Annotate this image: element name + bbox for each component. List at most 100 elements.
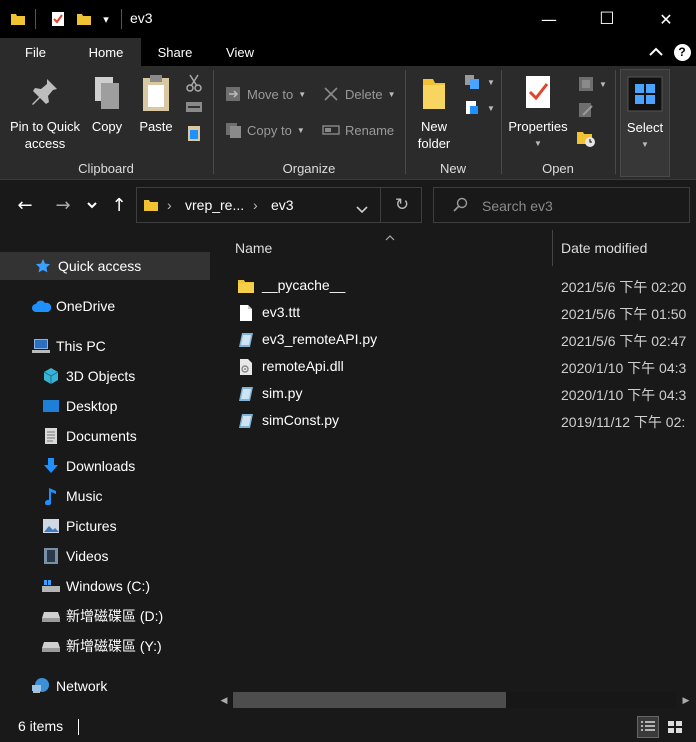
python-file-icon (236, 411, 256, 431)
search-box[interactable] (433, 187, 690, 223)
nav-item-drive-d[interactable]: 新增磁碟區 (D:) (0, 602, 210, 630)
properties-check-icon[interactable] (48, 9, 68, 29)
paste-icon (140, 72, 172, 114)
scroll-thumb[interactable] (233, 692, 506, 708)
recent-locations-button[interactable] (82, 194, 102, 216)
select-button[interactable]: Select ▼ (621, 73, 669, 153)
nav-item-label: 新增磁碟區 (Y:) (66, 638, 162, 654)
nav-item-label: Windows (C:) (66, 578, 151, 594)
tab-home[interactable]: Home (71, 38, 141, 66)
nav-item-drive-y[interactable]: 新增磁碟區 (Y:) (0, 632, 210, 660)
search-input[interactable] (482, 196, 682, 216)
paste-button[interactable]: Paste (134, 72, 178, 135)
file-row[interactable]: sim.py 2020/1/10 下午 04:3 (226, 380, 696, 407)
nav-item-label: Desktop (66, 398, 118, 414)
nav-item-documents[interactable]: Documents (0, 422, 210, 450)
minimize-button[interactable]: — (520, 0, 578, 38)
file-row[interactable]: __pycache__ 2021/5/6 下午 02:20 (226, 272, 696, 299)
new-group: New folder ▼ ▼ New (406, 66, 500, 180)
computer-icon (30, 336, 52, 356)
forward-button[interactable]: → (50, 194, 76, 216)
nav-item-label: OneDrive (56, 298, 116, 314)
easy-access-button[interactable]: ▼ (464, 100, 495, 116)
nav-item-pictures[interactable]: Pictures (0, 512, 210, 540)
copy-label: Copy (91, 119, 123, 134)
large-icons-view-button[interactable] (664, 716, 686, 738)
file-name: sim.py (262, 385, 303, 401)
new-folder-icon[interactable] (74, 9, 94, 29)
address-bar[interactable]: › vrep_re... › ev3 ↻ (136, 187, 422, 223)
new-folder-button[interactable]: New folder (410, 72, 458, 152)
copy-to-button[interactable]: Copy to ▼ (224, 119, 305, 141)
open-group: Properties ▼ ▼ Open (502, 66, 614, 180)
nav-item-music[interactable]: Music (0, 482, 210, 510)
column-header-name[interactable]: Name (235, 230, 272, 266)
chevron-down-icon: ▼ (641, 140, 649, 149)
history-button[interactable] (576, 128, 596, 151)
nav-item-downloads[interactable]: Downloads (0, 452, 210, 480)
scroll-right-button[interactable]: ▶ (678, 692, 694, 708)
file-row[interactable]: ev3_remoteAPI.py 2021/5/6 下午 02:47 (226, 326, 696, 353)
open-button[interactable]: ▼ (578, 76, 607, 92)
details-view-button[interactable] (637, 716, 659, 738)
copy-path-icon[interactable] (185, 100, 203, 117)
chevron-down-icon: ▼ (487, 77, 495, 87)
nav-item-desktop[interactable]: Desktop (0, 392, 210, 420)
nav-item-quick-access[interactable]: Quick access (0, 252, 210, 280)
tab-file[interactable]: File (0, 38, 71, 66)
copy-button[interactable]: Copy (86, 72, 128, 135)
nav-item-onedrive[interactable]: OneDrive (0, 292, 210, 320)
help-icon: ? (673, 43, 691, 61)
file-row[interactable]: simConst.py 2019/11/12 下午 02: (226, 407, 696, 434)
scroll-left-button[interactable]: ◀ (216, 692, 232, 708)
tab-view[interactable]: View (210, 38, 270, 66)
help-button[interactable]: ? (672, 38, 692, 66)
file-row[interactable]: ev3.ttt 2021/5/6 下午 01:50 (226, 299, 696, 326)
nav-item-this-pc[interactable]: This PC (0, 332, 210, 360)
new-item-button[interactable]: ▼ (464, 74, 495, 90)
move-to-button[interactable]: Move to ▼ (224, 83, 306, 105)
chevron-down-icon (87, 201, 97, 208)
nav-item-windows-c[interactable]: Windows (C:) (0, 572, 210, 600)
cut-icon[interactable] (186, 74, 202, 95)
properties-button[interactable]: Properties ▼ (506, 72, 570, 152)
tab-share[interactable]: Share (146, 38, 204, 66)
new-item-icon (465, 75, 479, 89)
breadcrumb-item[interactable]: vrep_re... (185, 197, 244, 213)
edit-button[interactable] (578, 102, 594, 121)
up-button[interactable]: ↑ (106, 194, 132, 216)
delete-button[interactable]: Delete ▼ (322, 83, 396, 105)
edit-icon (579, 103, 593, 117)
nav-item-label: Pictures (66, 518, 117, 534)
nav-item-3d-objects[interactable]: 3D Objects (0, 362, 210, 390)
horizontal-scrollbar[interactable]: ◀ ▶ (212, 690, 696, 710)
properties-icon (523, 72, 553, 114)
rename-button[interactable]: Rename (322, 119, 394, 141)
file-row[interactable]: remoteApi.dll 2020/1/10 下午 04:3 (226, 353, 696, 380)
address-dropdown-button[interactable] (356, 201, 368, 217)
sort-ascending-icon (385, 228, 395, 244)
nav-item-label: Downloads (66, 458, 136, 474)
nav-item-videos[interactable]: Videos (0, 542, 210, 570)
ribbon-tabs: File Home Share View ? (0, 38, 696, 66)
pin-to-quick-access-button[interactable]: Pin to Quick access (6, 72, 84, 152)
copy-to-icon (224, 121, 242, 139)
chevron-down-icon: ▼ (599, 79, 607, 89)
delete-icon (322, 85, 340, 103)
desktop-icon (40, 396, 62, 416)
column-divider[interactable] (552, 230, 553, 266)
close-button[interactable]: ✕ (637, 0, 695, 38)
nav-item-label: Network (56, 678, 108, 694)
paste-shortcut-icon[interactable] (187, 124, 201, 145)
collapse-ribbon-button[interactable] (646, 38, 666, 66)
nav-item-network[interactable]: Network (0, 672, 210, 700)
back-button[interactable]: ← (12, 194, 38, 216)
new-folder-icon (419, 72, 449, 114)
breadcrumb-item[interactable]: ev3 (271, 197, 294, 213)
file-list: Name Date modified __pycache__ 2021/5/6 … (212, 230, 696, 710)
large-icons-view-icon (668, 721, 682, 733)
refresh-button[interactable]: ↻ (389, 194, 415, 216)
column-header-date-modified[interactable]: Date modified (561, 230, 647, 266)
maximize-button[interactable]: ☐ (578, 0, 636, 38)
customize-dropdown-icon[interactable]: ▾ (99, 9, 113, 29)
